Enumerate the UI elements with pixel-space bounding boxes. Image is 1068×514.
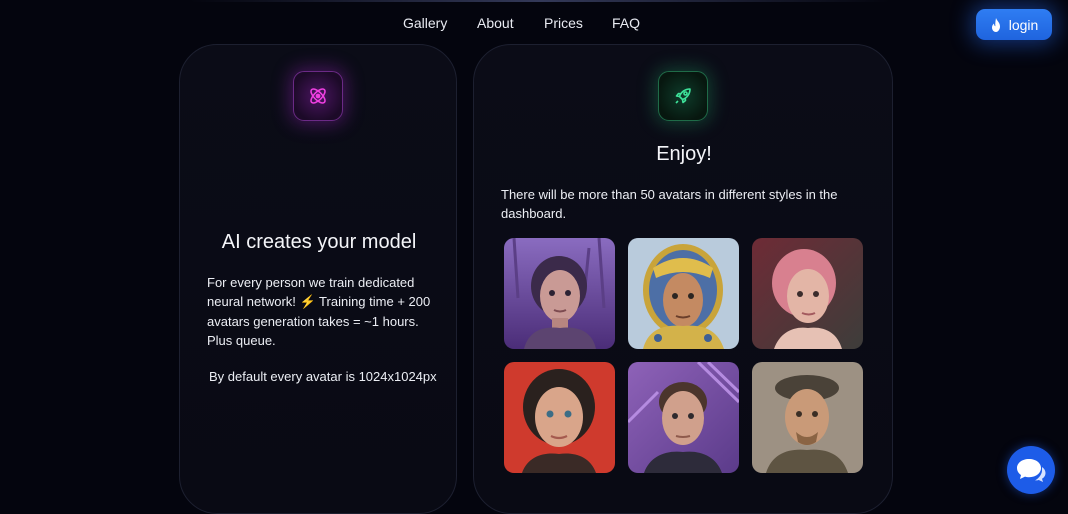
chat-button[interactable] — [1007, 446, 1055, 494]
login-label: login — [1008, 16, 1039, 33]
model-card-title: AI creates your model — [221, 231, 417, 253]
nav-faq[interactable]: FAQ — [612, 15, 640, 31]
model-card-description: For every person we train dedicated neur… — [207, 275, 431, 348]
flame-icon — [991, 17, 1000, 32]
avatar-woman-red-background[interactable] — [504, 362, 615, 473]
avatar-man-golden-helmet[interactable] — [628, 238, 739, 349]
nav-prices[interactable]: Prices — [544, 15, 583, 31]
avatar-woman-purple-forest[interactable] — [504, 238, 615, 349]
enjoy-card-title: Enjoy! — [656, 143, 712, 165]
chat-bubbles-icon — [1017, 459, 1046, 482]
top-nav: Gallery About Prices FAQ — [0, 15, 1068, 35]
enjoy-card-description: There will be more than 50 avatars in di… — [501, 187, 838, 222]
enjoy-card: Enjoy! There will be more than 50 avatar… — [473, 44, 893, 514]
avatar-woman-pink-hair[interactable] — [752, 238, 863, 349]
nav-about[interactable]: About — [477, 15, 514, 31]
avatar-man-purple-neon[interactable] — [628, 362, 739, 473]
rocket-icon — [658, 71, 708, 121]
atom-icon — [293, 71, 343, 121]
login-button[interactable]: login — [976, 9, 1052, 40]
top-divider — [190, 0, 890, 2]
avatar-man-flat-cap[interactable] — [752, 362, 863, 473]
avatar-resolution-note: By default every avatar is 1024x1024px — [209, 369, 437, 384]
nav-gallery[interactable]: Gallery — [403, 15, 447, 31]
model-card: AI creates your model For every person w… — [179, 44, 457, 514]
